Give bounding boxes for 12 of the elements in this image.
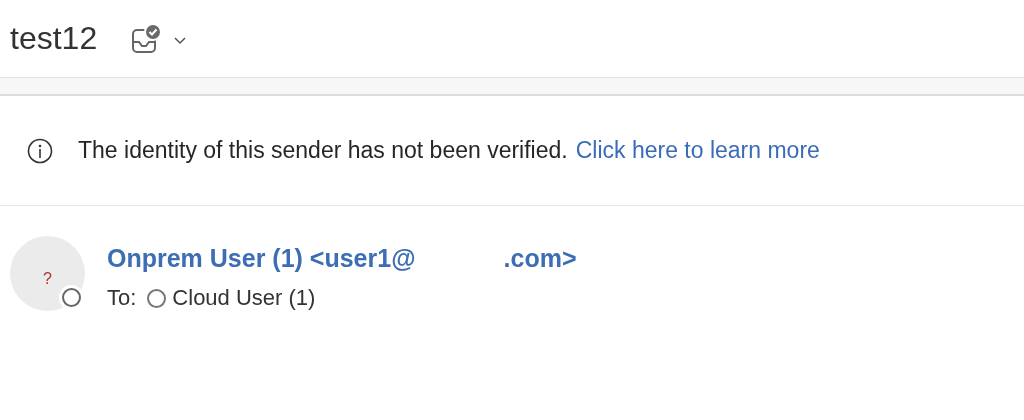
- presence-icon: [147, 288, 167, 308]
- avatar[interactable]: ?: [10, 236, 85, 311]
- recipient-name[interactable]: Cloud User (1): [172, 285, 316, 311]
- learn-more-link[interactable]: Click here to learn more: [575, 137, 820, 164]
- presence-icon: [62, 288, 81, 307]
- to-label: To:: [107, 285, 137, 311]
- sender-name[interactable]: Onprem User (1) <user1@: [107, 244, 416, 273]
- sender-email-end[interactable]: .com>: [503, 244, 577, 273]
- sender-warning-text: The identity of this sender has not been verified.: [78, 137, 568, 164]
- subject-title: test12: [10, 20, 98, 57]
- info-icon: [27, 137, 53, 164]
- chevron-down-icon[interactable]: [173, 35, 188, 46]
